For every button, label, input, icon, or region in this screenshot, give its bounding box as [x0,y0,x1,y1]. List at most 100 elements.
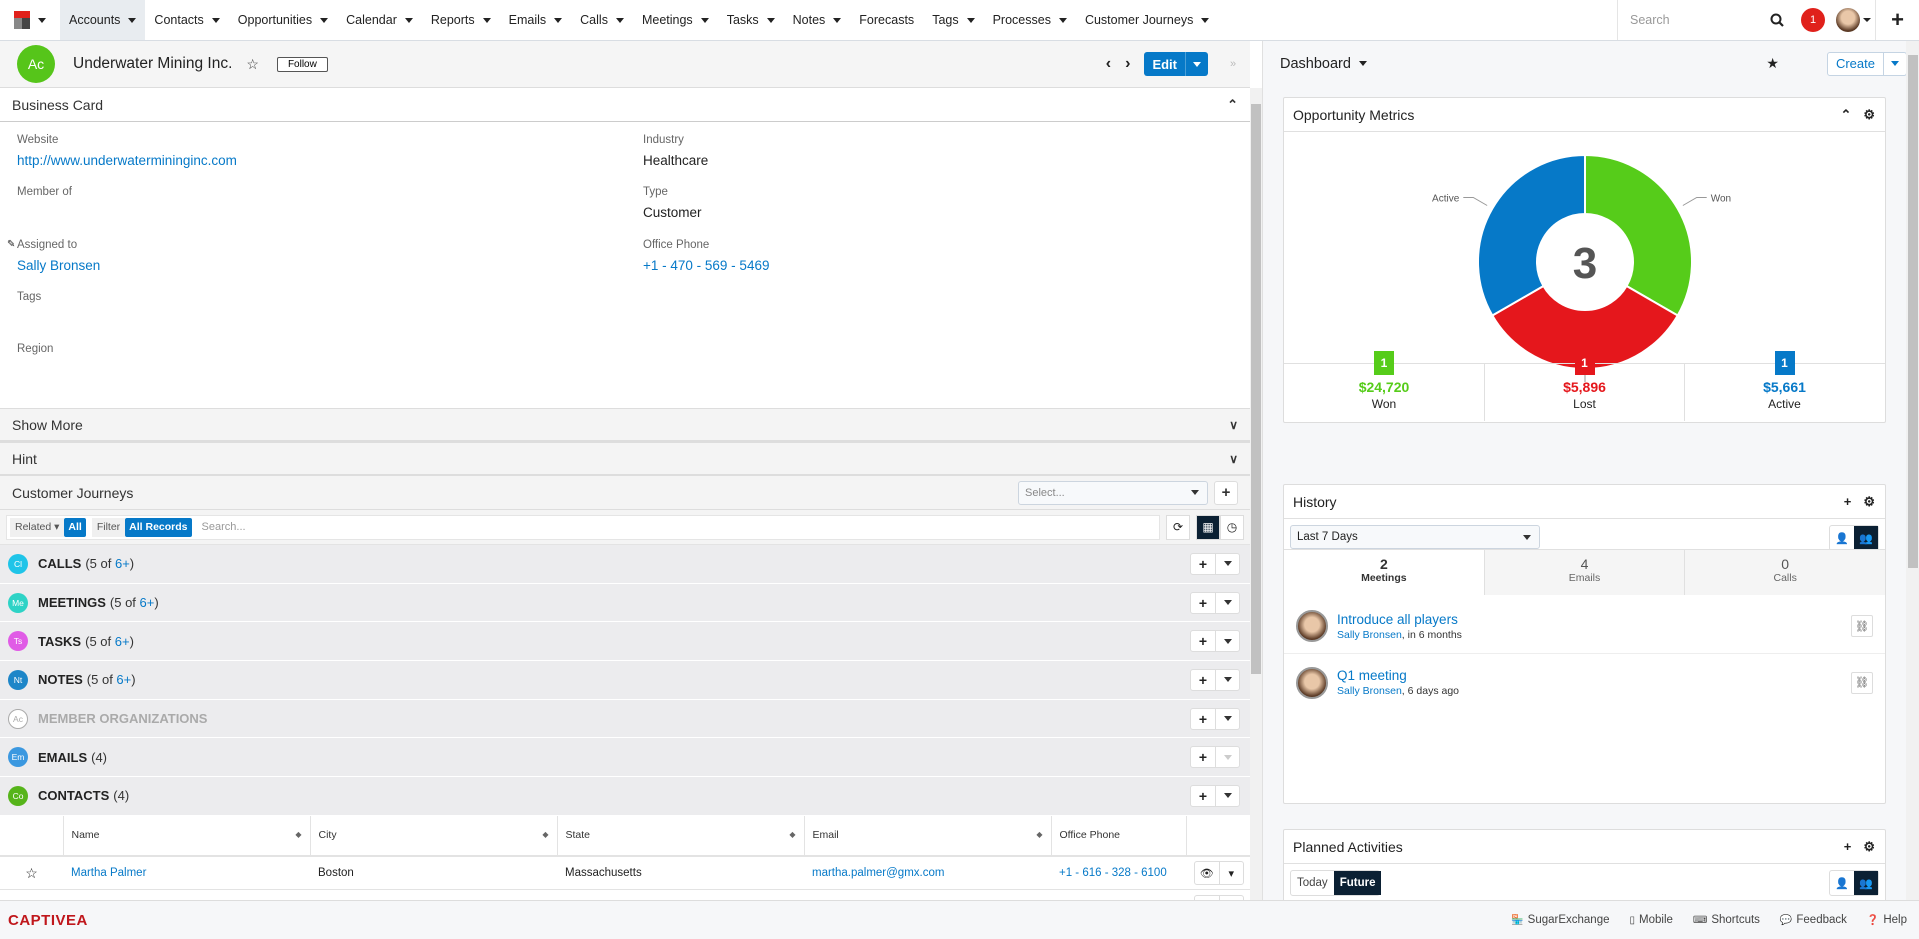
subpanel-actions-dropdown[interactable] [1215,631,1239,652]
subpanel-search-input[interactable]: Search... [202,521,246,533]
hint-panel[interactable]: Hint ∨ [0,442,1250,476]
business-card-header[interactable]: Business Card ⌃ [0,88,1250,122]
show-more-link[interactable]: 6+ [116,672,131,687]
subpanel-actions-dropdown[interactable] [1215,708,1239,729]
chevron-down-icon[interactable] [766,17,775,23]
subpanel-calls[interactable]: Cl CALLS (5 of 6+) + [0,545,1250,584]
related-value-pill[interactable]: All [64,517,86,537]
history-tab-calls[interactable]: 0 Calls [1684,550,1886,595]
create-button[interactable]: Create [1828,52,1884,75]
activity-link[interactable]: Q1 meeting [1337,668,1407,683]
timeline-view-toggle[interactable]: ◷ [1220,514,1244,540]
column-header-office-phone[interactable]: Office Phone [1051,815,1187,857]
global-search-input[interactable]: Search [1617,0,1759,40]
filter-value-pill[interactable]: All Records [125,517,192,537]
nav-tab-accounts[interactable]: Accounts [60,0,146,40]
nav-tab-reports[interactable]: Reports [422,0,500,40]
chevron-down-icon[interactable]: ∨ [1229,452,1238,466]
sort-icon[interactable]: ◆ [789,830,795,839]
metric-lost[interactable]: 1 $5,896 Lost [1484,351,1684,421]
subpanel-meetings[interactable]: Me MEETINGS (5 of 6+) + [0,583,1250,623]
scrollbar-thumb[interactable] [1251,104,1261,674]
subpanel-member-organizations[interactable]: Ac MEMBER ORGANIZATIONS + [0,699,1250,739]
contact-name-link[interactable]: Martha Palmer [71,867,146,879]
nav-tab-tasks[interactable]: Tasks [718,0,784,40]
toggle-sidebar-icon[interactable]: » [1230,58,1244,70]
contact-phone-link[interactable]: +1 - 616 - 328 - 6100 [1059,867,1167,879]
create-record-button[interactable]: + [1191,747,1215,767]
nav-tab-contacts[interactable]: Contacts [145,0,228,40]
chevron-down-icon[interactable] [615,17,624,23]
nav-tab-opportunities[interactable]: Opportunities [229,0,337,40]
dashboard-selector[interactable]: Dashboard [1280,56,1367,72]
edit-actions-dropdown[interactable] [1186,52,1208,76]
show-more-link[interactable]: 6+ [115,634,130,649]
plus-icon[interactable]: + [1844,494,1852,510]
unlink-icon[interactable]: ⛓ [1851,615,1873,637]
edit-button[interactable]: Edit [1144,52,1186,76]
pencil-icon[interactable]: ✎ [7,239,15,250]
show-more-link[interactable]: 6+ [115,556,130,571]
subpanel-notes[interactable]: Nt NOTES (5 of 6+) + [0,661,1250,700]
favorite-star-icon[interactable]: ☆ [0,889,63,900]
nav-tab-calls[interactable]: Calls [571,0,633,40]
show-more-link[interactable]: 6+ [140,595,155,610]
create-record-button[interactable]: + [1191,631,1215,651]
my-items-icon[interactable]: 👤 [1830,871,1854,895]
gear-icon[interactable]: ⚙ [1863,494,1875,510]
nav-tab-tags[interactable]: Tags [923,0,983,40]
gear-icon[interactable]: ⚙ [1863,107,1875,123]
nav-tab-forecasts[interactable]: Forecasts [850,0,923,40]
create-record-button[interactable]: + [1191,593,1215,613]
quick-create-button[interactable]: + [1875,0,1919,40]
nav-tab-processes[interactable]: Processes [984,0,1076,40]
footer-link-mobile[interactable]: ▯ Mobile [1630,914,1673,926]
favorite-dashboard-icon[interactable]: ★ [1766,55,1779,72]
filter-label[interactable]: Filter [91,517,126,537]
chevron-down-icon[interactable] [1201,17,1210,23]
chevron-down-icon[interactable] [404,17,413,23]
column-header-city[interactable]: City ◆ [310,815,558,857]
previous-record-icon[interactable]: ‹ [1106,55,1111,73]
chevron-up-icon[interactable]: ⌃ [1227,97,1238,113]
list-view-toggle[interactable]: ▦ [1196,514,1220,540]
journey-template-select[interactable]: Select... [1018,480,1208,505]
user-link[interactable]: Sally Bronsen [1337,685,1402,697]
sidebar-scrollbar[interactable] [1906,41,1919,900]
subpanel-actions-dropdown[interactable] [1215,553,1239,574]
unlink-icon[interactable]: ⛓ [1851,671,1873,694]
gear-icon[interactable]: ⚙ [1863,839,1875,855]
user-link[interactable]: Sally Bronsen [1337,629,1402,641]
my-items-icon[interactable]: 👤 [1830,526,1854,550]
phone-link[interactable]: +1 - 470 - 569 - 5469 [643,258,769,273]
refresh-button[interactable]: ⟳ [1166,514,1190,540]
search-button[interactable] [1759,0,1795,40]
subpanel-actions-dropdown[interactable] [1215,592,1239,613]
row-actions-dropdown[interactable]: ▾ [1218,862,1244,885]
column-header-email[interactable]: Email ◆ [804,815,1052,857]
website-link[interactable]: http://www.underwatermininginc.com [17,153,237,168]
chevron-down-icon[interactable]: ∨ [1229,418,1238,432]
follow-button[interactable]: Follow [276,56,328,72]
favorite-star-icon[interactable]: ☆ [246,56,259,73]
activity-link[interactable]: Introduce all players [1337,612,1458,627]
sort-icon[interactable]: ◆ [1036,830,1042,839]
nav-tab-customer-journeys[interactable]: Customer Journeys [1076,0,1218,40]
assigned-user-link[interactable]: Sally Bronsen [17,258,100,273]
donut-slice-won[interactable] [1584,153,1693,317]
team-items-icon[interactable]: 👥 [1854,871,1878,895]
favorite-star-icon[interactable]: ☆ [0,855,63,891]
metric-won[interactable]: 1 $24,720 Won [1284,351,1484,411]
contact-email-link[interactable]: martha.palmer@gmx.com [812,867,944,879]
main-scrollbar[interactable] [1250,88,1262,900]
add-journey-button[interactable]: + [1214,480,1238,505]
chevron-down-icon[interactable] [554,17,563,23]
create-record-button[interactable]: + [1191,670,1215,690]
donut-slice-active[interactable] [1477,153,1586,317]
nav-tab-calendar[interactable]: Calendar [337,0,422,40]
chevron-up-icon[interactable]: ⌃ [1840,107,1851,123]
user-menu[interactable] [1831,0,1875,40]
next-record-icon[interactable]: › [1125,55,1130,73]
preview-eye-icon[interactable]: 👁 [1195,862,1219,884]
nav-tab-meetings[interactable]: Meetings [633,0,718,40]
